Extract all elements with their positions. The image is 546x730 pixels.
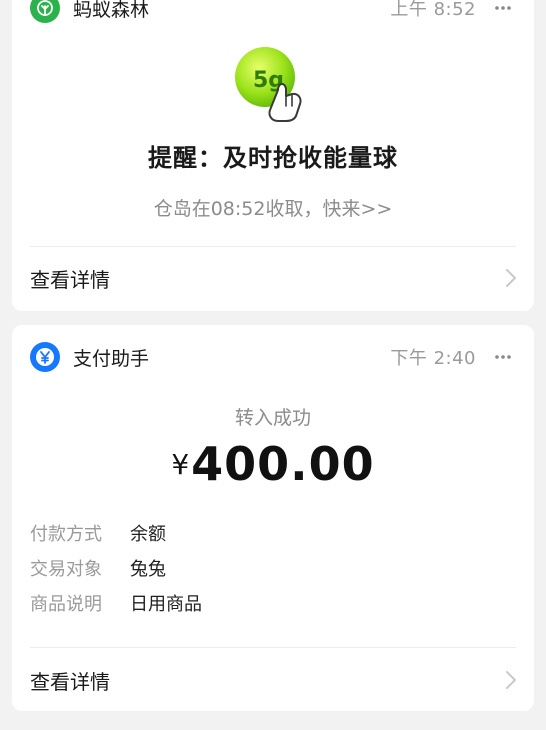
yuan-icon — [30, 342, 60, 372]
reminder-subtitle[interactable]: 仓岛在08:52收取，快来>> — [12, 194, 534, 221]
leaf-icon — [30, 0, 60, 23]
reminder-title: 提醒：及时抢收能量球 — [148, 144, 398, 172]
info-row-counterparty: 交易对象 兔兔 — [30, 551, 516, 585]
card-header: 蚂蚁森林 上午 8:52 — [30, 0, 516, 26]
app-name: 支付助手 — [73, 347, 150, 370]
payment-notification-card: 支付助手 下午 2:40 转入成功 ¥400.00 付款方式 余额 交易对象 兔… — [12, 325, 534, 711]
app-name: 蚂蚁森林 — [73, 0, 150, 21]
amount-value: 400.00 — [191, 437, 375, 491]
payment-amount: ¥400.00 — [12, 437, 534, 491]
info-key: 商品说明 — [30, 594, 102, 615]
more-options-icon[interactable] — [490, 0, 516, 18]
info-row-item-description: 商品说明 日用商品 — [30, 586, 516, 620]
currency-symbol: ¥ — [171, 448, 190, 481]
view-details-row[interactable]: 查看详情 — [12, 248, 534, 308]
payment-status: 转入成功 — [234, 407, 311, 429]
card-header: 支付助手 下午 2:40 — [30, 339, 516, 375]
info-key: 付款方式 — [30, 524, 102, 545]
notification-time: 下午 2:40 — [390, 348, 476, 369]
info-value: 余额 — [130, 524, 166, 545]
info-key: 交易对象 — [30, 559, 102, 580]
view-details-row[interactable]: 查看详情 — [12, 650, 534, 710]
ant-forest-notification-card: 蚂蚁森林 上午 8:52 5g 提醒：及时抢收能量球 仓岛在08:52收取，快来… — [12, 0, 534, 311]
view-details-label: 查看详情 — [30, 669, 110, 694]
divider — [30, 647, 516, 648]
chevron-right-icon — [506, 269, 516, 287]
view-details-label: 查看详情 — [30, 267, 110, 292]
energy-ball-illustration: 5g — [232, 46, 312, 122]
more-options-icon[interactable] — [490, 347, 516, 367]
info-value: 日用商品 — [130, 594, 202, 615]
info-value: 兔兔 — [130, 559, 166, 580]
chevron-right-icon — [506, 671, 516, 689]
notification-time: 上午 8:52 — [390, 0, 476, 20]
info-row-payment-method: 付款方式 余额 — [30, 516, 516, 550]
divider — [30, 246, 516, 247]
